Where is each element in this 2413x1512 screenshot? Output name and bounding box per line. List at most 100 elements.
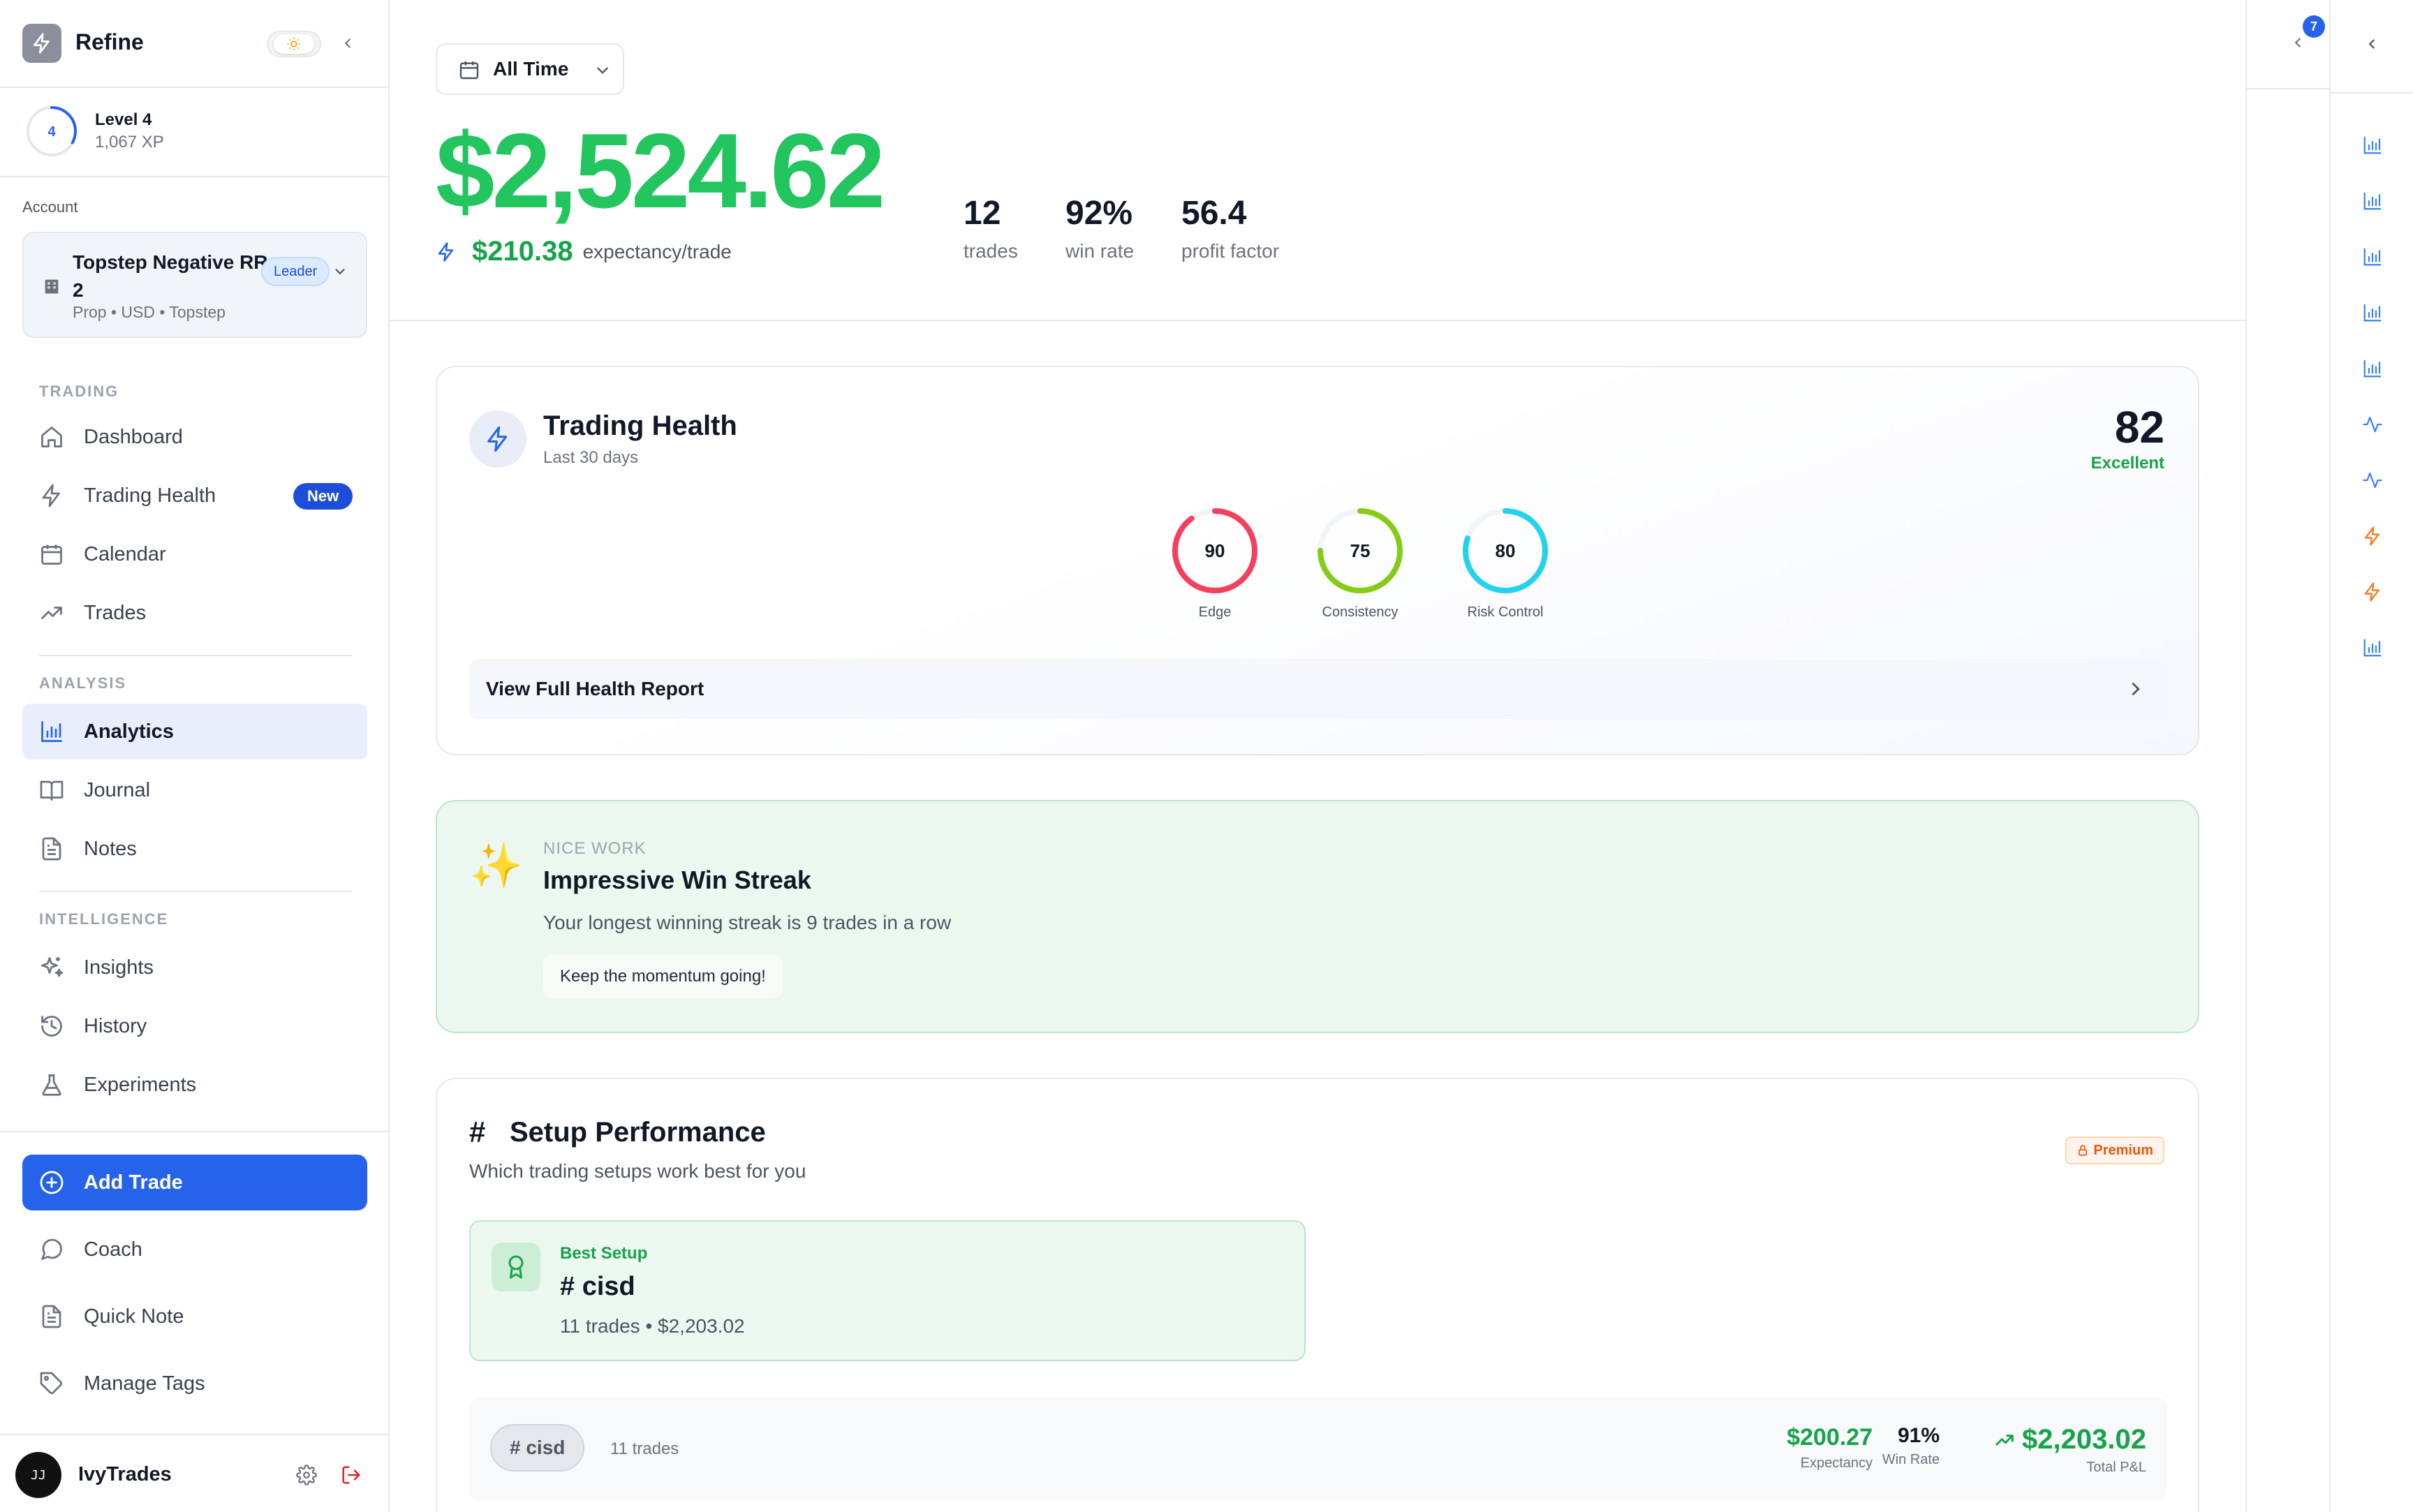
chevron-left-icon[interactable] (337, 32, 359, 54)
nav-item-analytics[interactable]: Analytics (22, 704, 367, 759)
level-progress[interactable]: 4 Level 4 1,067 XP (0, 89, 388, 177)
gauge-value: 90 (1204, 540, 1225, 561)
chevron-left-icon[interactable] (2287, 32, 2308, 53)
zap-icon (38, 482, 66, 510)
stat-label: profit factor (1181, 240, 1280, 262)
health-score-label: Excellent (2090, 454, 2164, 473)
health-title: Trading Health (543, 410, 737, 441)
best-setup-label: Best Setup (560, 1244, 648, 1263)
gauge-risk-control: 80 Risk Control (1456, 507, 1554, 621)
gauge-label: Risk Control (1467, 605, 1544, 620)
plus-circle-icon (38, 1169, 66, 1196)
streak-eyebrow: NICE WORK (543, 839, 647, 858)
nav-label: Journal (84, 778, 151, 801)
chevron-down-icon (593, 61, 612, 80)
bar-chart-icon[interactable] (2360, 635, 2385, 660)
activity-icon[interactable] (2360, 412, 2385, 437)
setup-total-pnl: $2,203.02 Total P&L (1994, 1424, 2146, 1476)
stat-label: Expectancy (1800, 1455, 1873, 1471)
time-range-label: All Time (493, 58, 569, 80)
nav-item-dashboard[interactable]: Dashboard (22, 409, 367, 465)
avatar[interactable]: JJ (15, 1452, 61, 1498)
stat-profit-factor: 56.4 profit factor (1181, 193, 1279, 262)
setup-trade-count: 11 trades (610, 1439, 679, 1458)
manage-tags-button[interactable]: Manage Tags (22, 1356, 367, 1411)
sparkles-icon (38, 954, 66, 981)
sidebar: Refine 4 Level 4 1,067 XP Account Topste… (0, 0, 390, 1512)
add-trade-button[interactable]: Add Trade (22, 1155, 367, 1210)
bar-chart-icon[interactable] (2360, 133, 2385, 158)
home-icon (38, 423, 66, 451)
time-range-select[interactable]: All Time (436, 43, 624, 95)
bar-chart-icon[interactable] (2360, 356, 2385, 381)
nav-divider (39, 891, 352, 892)
coach-button[interactable]: Coach (22, 1222, 367, 1277)
nav-label: Quick Note (84, 1305, 184, 1328)
bar-chart-icon[interactable] (2360, 188, 2385, 214)
setup-win-rate: 91% Win Rate (1882, 1424, 1940, 1468)
nav-label: Coach (84, 1238, 142, 1261)
nav-item-trading-health[interactable]: Trading Health New (22, 468, 367, 524)
brand-logo[interactable] (22, 24, 61, 63)
hash-icon: # (469, 1116, 486, 1148)
calendar-icon (458, 59, 480, 81)
setup-tag[interactable]: # cisd (490, 1424, 585, 1472)
nav-label: Insights (84, 956, 154, 979)
gauge-value: 75 (1350, 540, 1371, 561)
level-title: Level 4 (95, 110, 152, 129)
view-health-report-link[interactable]: View Full Health Report (469, 659, 2167, 719)
activity-icon[interactable] (2360, 468, 2385, 493)
setup-row[interactable]: # cisd 11 trades $200.27 Expectancy 91% … (469, 1398, 2167, 1501)
zap-icon[interactable] (2360, 524, 2385, 549)
stat-value: $200.27 (1787, 1424, 1873, 1451)
nav-label: Manage Tags (84, 1372, 205, 1395)
stat-value: 56.4 (1181, 195, 1247, 232)
setup-performance-card: # Setup Performance Which trading setups… (436, 1078, 2199, 1512)
section-label-analysis: ANALYSIS (39, 674, 127, 692)
nav-item-trades[interactable]: Trades (22, 585, 367, 641)
widgets-rail (2329, 0, 2413, 1512)
history-icon (38, 1012, 66, 1040)
building-icon (45, 279, 59, 294)
notification-badge: 7 (2303, 15, 2325, 38)
theme-toggle[interactable] (267, 31, 321, 57)
logout-icon[interactable] (339, 1463, 363, 1487)
nav-item-journal[interactable]: Journal (22, 762, 367, 818)
best-setup-meta: 11 trades • $2,203.02 (560, 1315, 745, 1337)
quick-note-button[interactable]: Quick Note (22, 1289, 367, 1344)
account-name: Topstep Negative RR 2 (73, 251, 268, 301)
gauge-label: Edge (1198, 605, 1232, 620)
bar-chart-icon[interactable] (2360, 244, 2385, 269)
account-selector[interactable]: Topstep Negative RR 2 Prop • USD • Topst… (22, 232, 367, 338)
health-subtitle: Last 30 days (543, 448, 639, 467)
sun-icon (274, 34, 314, 54)
premium-badge[interactable]: Premium (2065, 1136, 2164, 1164)
lock-icon (2079, 1145, 2088, 1156)
file-text-icon (38, 1303, 66, 1331)
file-text-icon (38, 835, 66, 863)
nav-item-history[interactable]: History (22, 998, 367, 1054)
nav-item-experiments[interactable]: Experiments (22, 1057, 367, 1113)
best-setup[interactable]: Best Setup # cisd 11 trades • $2,203.02 (469, 1220, 1306, 1361)
streak-title: Impressive Win Streak (543, 866, 811, 894)
stat-label: trades (964, 240, 1018, 262)
level-ring: 4 (27, 106, 77, 156)
nav-label: History (84, 1014, 147, 1037)
level-number: 4 (47, 124, 56, 140)
nav-label: Analytics (84, 720, 174, 743)
brand-header: Refine (0, 0, 388, 88)
setup-expectancy: $200.27 Expectancy (1787, 1424, 1873, 1472)
bar-chart-icon[interactable] (2360, 300, 2385, 325)
nav-item-insights[interactable]: Insights (22, 940, 367, 995)
trending-up-icon (1995, 1434, 2014, 1446)
nav-item-notes[interactable]: Notes (22, 821, 367, 877)
zap-icon[interactable] (2360, 579, 2385, 605)
nav-item-calendar[interactable]: Calendar (22, 526, 367, 582)
chevron-down-icon (330, 261, 350, 282)
chevron-left-icon[interactable] (2361, 34, 2382, 54)
zap-icon (436, 242, 457, 262)
total-pnl: $2,524.62 (436, 112, 885, 230)
gear-icon[interactable] (295, 1463, 318, 1487)
stat-win-rate: 92% win rate (1065, 193, 1134, 262)
expectancy: $210.38 expectancy/trade (436, 236, 732, 267)
